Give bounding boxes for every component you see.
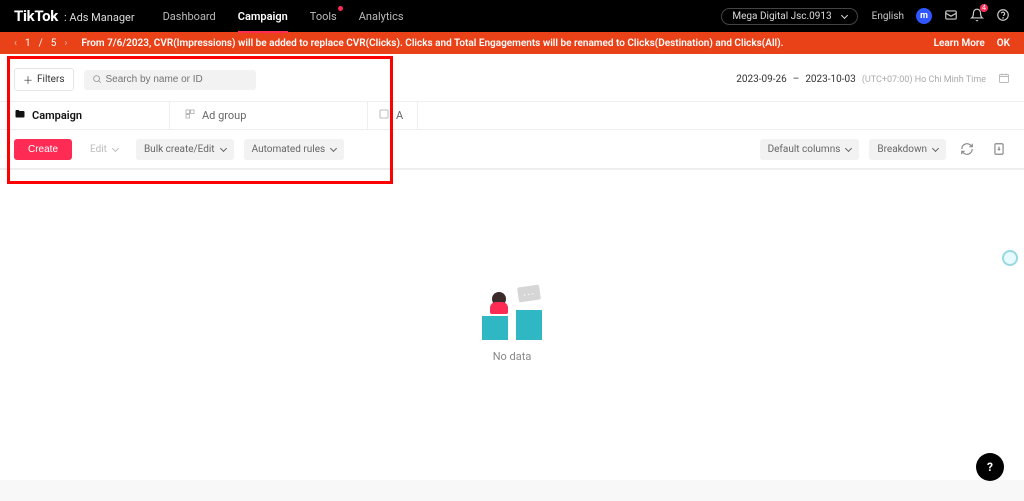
nav-campaign[interactable]: Campaign — [238, 2, 288, 31]
brand-logo: TikTok : Ads Manager — [14, 7, 135, 25]
tab-adgroup-label: Ad group — [202, 109, 246, 122]
object-tabs: Campaign Ad group A — [0, 101, 1024, 130]
filters-button[interactable]: ＋ Filters — [14, 68, 74, 91]
banner-pager: ‹ 1 / 5 › — [14, 38, 67, 49]
banner-pager-total: 5 — [51, 38, 57, 49]
export-button[interactable] — [988, 138, 1010, 160]
default-columns-button[interactable]: Default columns — [760, 139, 860, 160]
nav-tools[interactable]: Tools — [310, 2, 337, 31]
banner-ok-button[interactable]: OK — [997, 38, 1010, 49]
bell-badge-count: 4 — [980, 4, 988, 12]
nav-dashboard[interactable]: Dashboard — [163, 2, 216, 31]
tab-campaign[interactable]: Campaign — [0, 102, 170, 129]
date-to: 2023-10-03 — [805, 74, 856, 85]
banner-message: From 7/6/2023, CVR(Impressions) will be … — [81, 38, 933, 49]
help-fab-button[interactable]: ? — [976, 453, 1004, 481]
bulk-label: Bulk create/Edit — [144, 144, 215, 155]
chevron-down-icon — [845, 145, 852, 152]
date-sep: – — [793, 74, 800, 85]
nav-tools-badge-icon — [338, 6, 343, 11]
nav-analytics[interactable]: Analytics — [359, 2, 404, 31]
create-button[interactable]: Create — [14, 139, 72, 160]
campaign-toolbar: Create Edit Bulk create/Edit Automated r… — [0, 130, 1024, 169]
refresh-button[interactable] — [956, 138, 978, 160]
no-data-label: No data — [493, 350, 532, 363]
banner-prev-icon[interactable]: ‹ — [14, 38, 17, 49]
top-nav: TikTok : Ads Manager Dashboard Campaign … — [0, 0, 1024, 32]
chevron-down-icon — [841, 12, 848, 19]
filter-row: ＋ Filters 2023-09-26 – 2023-10-03 (UTC+0… — [0, 54, 1024, 101]
date-from: 2023-09-26 — [736, 74, 787, 85]
chevron-down-icon — [932, 145, 939, 152]
nav-tools-label: Tools — [310, 10, 337, 23]
inbox-icon[interactable] — [944, 8, 958, 25]
tab-ad-label: A — [396, 109, 403, 122]
bell-icon[interactable]: 4 — [970, 8, 984, 25]
chevron-down-icon — [112, 145, 119, 152]
chevron-down-icon — [220, 145, 227, 152]
calendar-icon — [998, 72, 1010, 87]
timezone-label: (UTC+07:00) Ho Chi Minh Time — [862, 75, 986, 85]
avatar[interactable]: m — [916, 8, 932, 24]
search-input[interactable] — [106, 74, 248, 85]
banner-learn-more-link[interactable]: Learn More — [934, 38, 985, 49]
nav-campaign-label: Campaign — [238, 10, 288, 23]
tab-adgroup[interactable]: Ad group — [170, 102, 368, 129]
assistant-bubble-icon[interactable] — [1002, 250, 1018, 266]
default-columns-label: Default columns — [768, 144, 841, 155]
automated-rules-button[interactable]: Automated rules — [244, 139, 345, 160]
nav-analytics-label: Analytics — [359, 10, 404, 23]
empty-state: No data — [0, 170, 1024, 480]
tab-campaign-label: Campaign — [32, 109, 82, 122]
brand-logo-text: TikTok — [14, 7, 58, 25]
banner-next-icon[interactable]: › — [64, 38, 67, 49]
account-selector[interactable]: Mega Digital Jsc.0913 — [721, 8, 857, 25]
search-input-wrap[interactable] — [84, 70, 256, 90]
breakdown-label: Breakdown — [877, 144, 927, 155]
filters-label: Filters — [37, 74, 65, 85]
announcement-banner: ‹ 1 / 5 › From 7/6/2023, CVR(Impressions… — [0, 32, 1024, 54]
edit-button: Edit — [82, 139, 126, 160]
search-icon — [92, 73, 102, 87]
ad-icon — [378, 108, 390, 123]
nav-dashboard-label: Dashboard — [163, 10, 216, 23]
folder-icon — [14, 108, 26, 123]
empty-illustration-icon — [482, 288, 542, 340]
main-nav: Dashboard Campaign Tools Analytics — [163, 2, 404, 31]
automated-label: Automated rules — [252, 144, 326, 155]
date-range-picker[interactable]: 2023-09-26 – 2023-10-03 (UTC+07:00) Ho C… — [736, 72, 1010, 87]
bulk-create-edit-button[interactable]: Bulk create/Edit — [136, 139, 234, 160]
edit-label: Edit — [90, 144, 107, 155]
banner-pager-current: 1 — [25, 38, 31, 49]
adgroup-icon — [184, 108, 196, 123]
plus-icon: ＋ — [23, 72, 33, 87]
breakdown-button[interactable]: Breakdown — [869, 139, 946, 160]
language-selector[interactable]: English — [872, 11, 904, 22]
brand-logo-suffix: : Ads Manager — [64, 11, 135, 24]
banner-pager-sep: / — [39, 38, 43, 49]
avatar-letter: m — [916, 8, 932, 24]
help-icon[interactable] — [996, 8, 1010, 25]
account-name-label: Mega Digital Jsc.0913 — [732, 11, 831, 22]
tab-ad[interactable]: A — [368, 102, 418, 129]
chevron-down-icon — [330, 145, 337, 152]
